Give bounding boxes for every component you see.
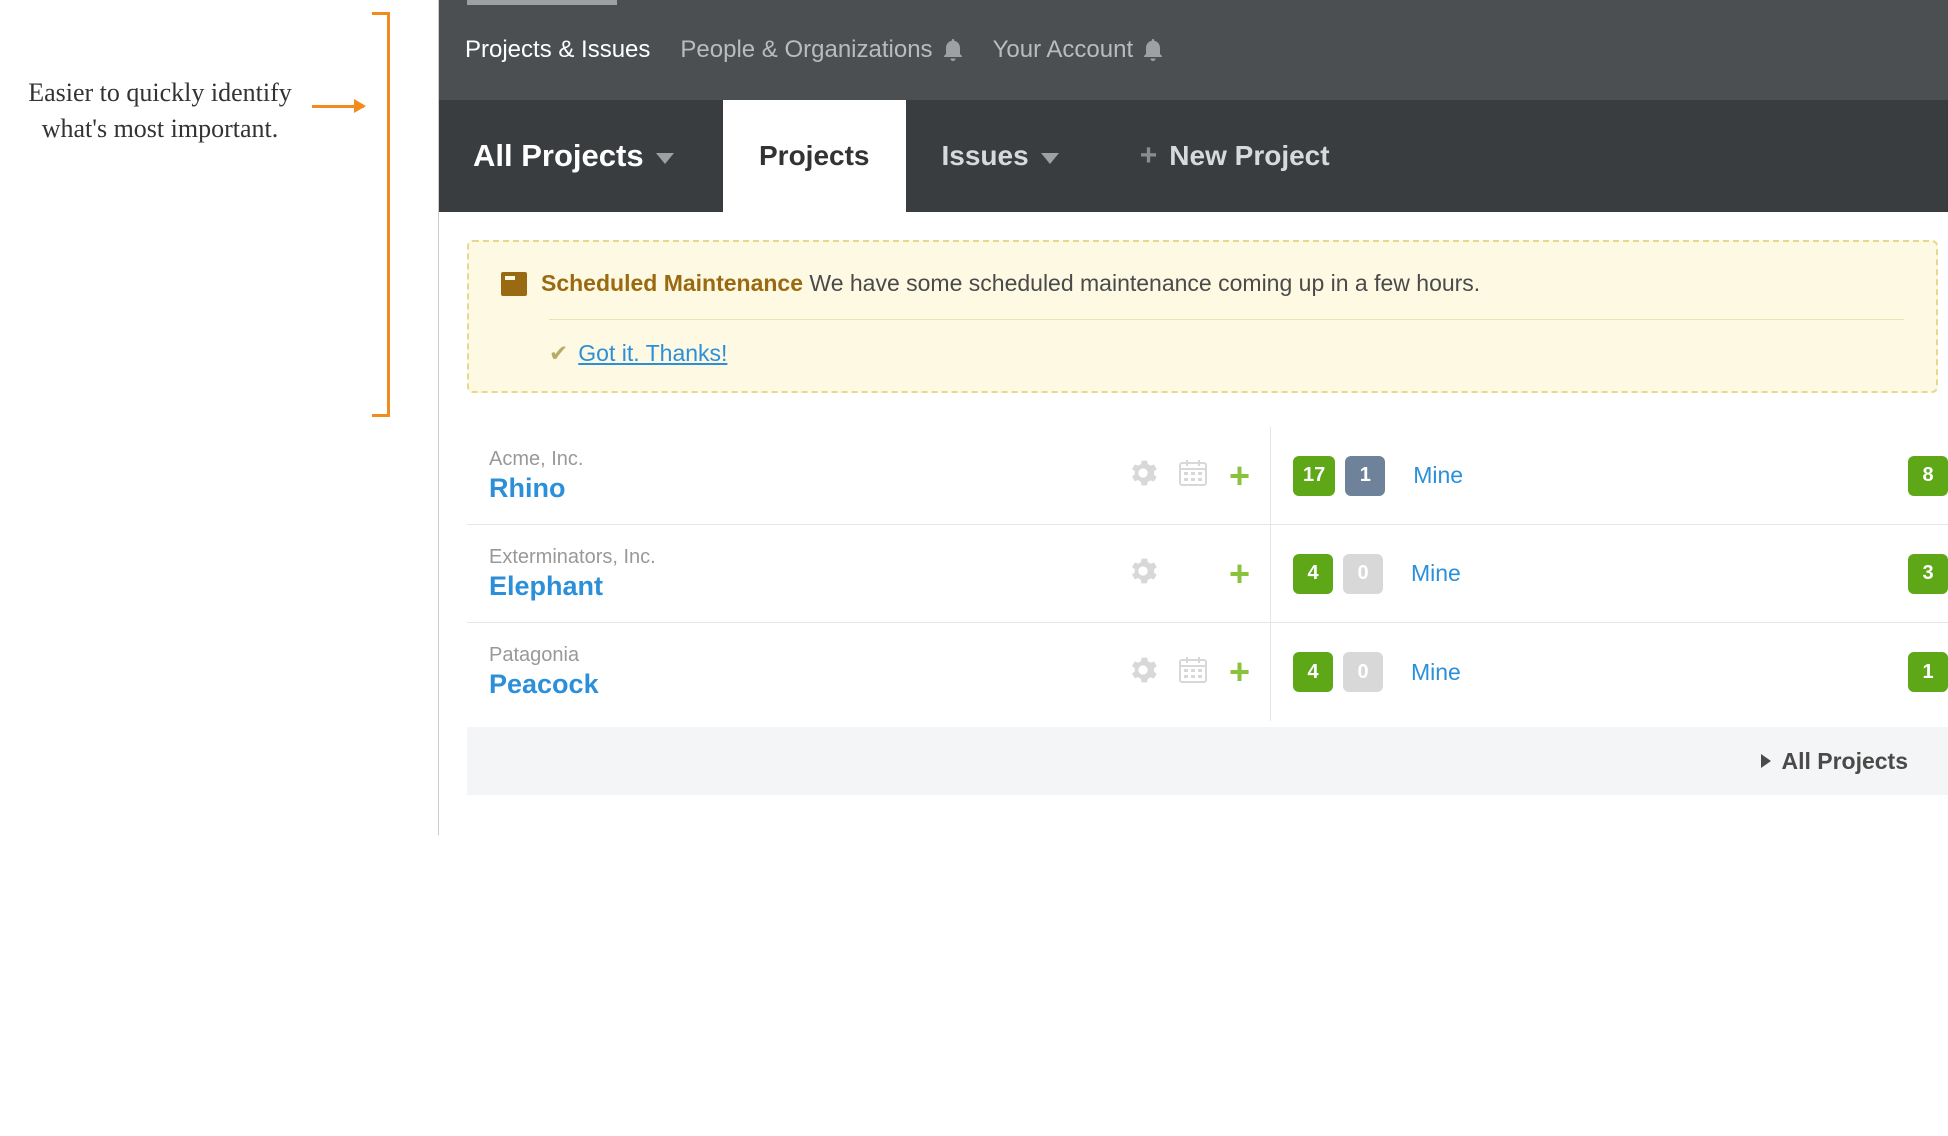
plus-icon: + [1140,139,1158,173]
project-actions: + [1101,525,1271,622]
nav-projects-issues[interactable]: Projects & Issues [465,36,650,64]
tab-label: New Project [1169,140,1329,172]
project-name-col: Acme, Inc. Rhino [467,427,1101,524]
project-link[interactable]: Peacock [489,669,1101,700]
project-link[interactable]: Elephant [489,571,1101,602]
gear-icon[interactable] [1129,459,1157,492]
check-icon: ✔ [549,340,568,367]
company-label: Acme, Inc. [489,448,1101,471]
annotation-area: Easier to quickly identify what's most i… [0,0,440,500]
nav-people-orgs[interactable]: People & Organizations [680,36,962,64]
count-badge-secondary[interactable]: 0 [1343,554,1383,594]
counts-col: 4 0 Mine 1 [1271,623,1948,721]
project-row: Patagonia Peacock + 4 0 Mine 1 [467,623,1948,721]
dismiss-link[interactable]: Got it. Thanks! [578,340,727,367]
bell-icon [1143,39,1163,61]
count-badge-green[interactable]: 4 [1293,652,1333,692]
count-badge-trailing[interactable]: 8 [1908,456,1948,496]
project-name-col: Patagonia Peacock [467,623,1101,721]
mine-link[interactable]: Mine [1411,560,1461,587]
archive-icon [501,272,527,296]
maintenance-notice: Scheduled Maintenance We have some sched… [467,240,1938,393]
counts-col: 4 0 Mine 3 [1271,525,1948,622]
new-project-button[interactable]: + New Project [1095,100,1375,212]
annotation-arrow-icon [312,105,364,108]
gear-icon[interactable] [1129,656,1157,689]
app-window: Projects & Issues People & Organizations… [438,0,1948,835]
mine-link[interactable]: Mine [1411,659,1461,686]
count-badge-secondary[interactable]: 0 [1343,652,1383,692]
bell-icon [943,39,963,61]
counts-col: 17 1 Mine 8 [1271,427,1948,524]
top-nav: Projects & Issues People & Organizations… [439,0,1948,100]
annotation-text: Easier to quickly identify what's most i… [0,75,320,148]
chevron-down-icon [656,153,674,164]
calendar-icon[interactable] [1179,460,1207,491]
content-area: Scheduled Maintenance We have some sched… [439,212,1948,795]
filter-all-projects[interactable]: All Projects [439,100,723,212]
filter-label: All Projects [473,138,644,174]
company-label: Exterminators, Inc. [489,546,1101,569]
project-actions: + [1101,623,1271,721]
count-badge-trailing[interactable]: 3 [1908,554,1948,594]
add-icon[interactable]: + [1229,654,1250,690]
nav-label: People & Organizations [680,36,932,64]
footer-label: All Projects [1781,748,1908,775]
tab-projects[interactable]: Projects [723,100,906,212]
count-badge-trailing[interactable]: 1 [1908,652,1948,692]
notice-body: We have some scheduled maintenance comin… [809,270,1480,296]
add-icon[interactable]: + [1229,458,1250,494]
tab-label: Issues [942,140,1029,172]
gear-icon[interactable] [1129,557,1157,590]
project-link[interactable]: Rhino [489,473,1101,504]
add-icon[interactable]: + [1229,556,1250,592]
company-label: Patagonia [489,644,1101,667]
nav-label: Your Account [993,36,1134,64]
sub-header: All Projects Projects Issues + New Proje… [439,100,1948,212]
nav-your-account[interactable]: Your Account [993,36,1164,64]
tab-label: Projects [759,140,870,172]
project-name-col: Exterminators, Inc. Elephant [467,525,1101,622]
notice-dismiss-row: ✔ Got it. Thanks! [549,340,1904,367]
all-projects-footer[interactable]: All Projects [467,727,1948,795]
project-row: Acme, Inc. Rhino + 17 1 Mine 8 [467,427,1948,525]
divider [549,319,1904,320]
count-badge-green[interactable]: 17 [1293,456,1335,496]
annotation-bracket [372,12,390,417]
project-row: Exterminators, Inc. Elephant + 4 0 Mine … [467,525,1948,623]
mine-link[interactable]: Mine [1413,462,1463,489]
count-badge-secondary[interactable]: 1 [1345,456,1385,496]
project-actions: + [1101,427,1271,524]
nav-label: Projects & Issues [465,36,650,64]
chevron-down-icon [1041,153,1059,164]
notice-title: Scheduled Maintenance [541,270,803,296]
count-badge-green[interactable]: 4 [1293,554,1333,594]
project-list: Acme, Inc. Rhino + 17 1 Mine 8 [467,427,1948,721]
calendar-icon[interactable] [1179,657,1207,688]
notice-row: Scheduled Maintenance We have some sched… [501,270,1904,297]
chevron-right-icon [1761,754,1771,768]
tab-issues[interactable]: Issues [906,100,1095,212]
